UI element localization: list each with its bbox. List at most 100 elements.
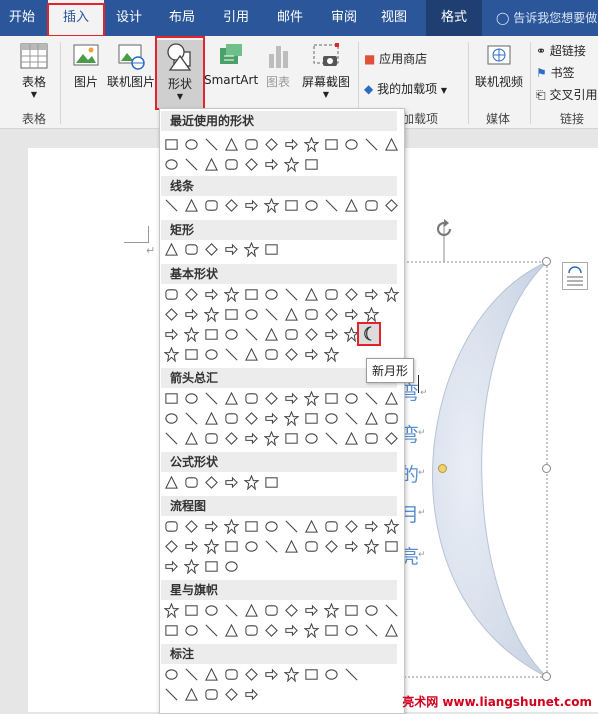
shape-thumbnail[interactable] — [284, 411, 299, 426]
shape-thumbnail[interactable] — [164, 475, 179, 490]
shape-thumbnail[interactable] — [284, 391, 299, 406]
shape-thumbnail[interactable] — [244, 137, 259, 152]
shape-thumbnail[interactable] — [164, 667, 179, 682]
shape-thumbnail[interactable] — [384, 623, 399, 638]
resize-handle[interactable] — [542, 464, 551, 473]
shape-thumbnail[interactable] — [244, 623, 259, 638]
shape-thumbnail[interactable] — [164, 198, 179, 213]
shape-thumbnail[interactable] — [184, 411, 199, 426]
shape-thumbnail[interactable] — [244, 307, 259, 322]
shape-thumbnail[interactable] — [224, 242, 239, 257]
shape-thumbnail[interactable] — [364, 411, 379, 426]
shape-thumbnail[interactable] — [304, 347, 319, 362]
shape-thumbnail[interactable] — [204, 347, 219, 362]
shape-thumbnail[interactable] — [164, 242, 179, 257]
shape-thumbnail[interactable] — [304, 157, 319, 172]
shape-thumbnail[interactable] — [264, 327, 279, 342]
shape-thumbnail[interactable] — [184, 198, 199, 213]
shape-thumbnail[interactable] — [204, 242, 219, 257]
shape-thumbnail[interactable] — [204, 157, 219, 172]
my-addins-button[interactable]: ◆ 我的加载项 ▼ — [364, 80, 447, 97]
tab-references[interactable]: 引用 — [214, 0, 258, 36]
shape-thumbnail[interactable] — [344, 667, 359, 682]
shape-thumbnail[interactable] — [324, 198, 339, 213]
shape-thumbnail[interactable] — [164, 411, 179, 426]
shape-thumbnail[interactable] — [304, 411, 319, 426]
shape-thumbnail[interactable] — [184, 559, 199, 574]
shape-thumbnail[interactable] — [264, 242, 279, 257]
shape-thumbnail[interactable] — [224, 198, 239, 213]
shape-thumbnail[interactable] — [264, 539, 279, 554]
shape-thumbnail[interactable] — [264, 391, 279, 406]
shape-thumbnail[interactable] — [184, 307, 199, 322]
shape-thumbnail[interactable] — [304, 667, 319, 682]
shape-thumbnail[interactable] — [284, 431, 299, 446]
shape-thumbnail[interactable] — [324, 307, 339, 322]
shape-thumbnail[interactable] — [344, 603, 359, 618]
shape-thumbnail[interactable] — [164, 307, 179, 322]
crescent-moon-shape[interactable] — [395, 210, 565, 690]
shape-thumbnail[interactable] — [264, 137, 279, 152]
smartart-button[interactable]: SmartArt — [204, 42, 258, 87]
shape-thumbnail[interactable] — [324, 519, 339, 534]
shape-thumbnail[interactable] — [244, 347, 259, 362]
tab-format[interactable]: 格式 — [426, 0, 482, 36]
shape-thumbnail[interactable] — [184, 327, 199, 342]
shape-thumbnail[interactable] — [244, 287, 259, 302]
shape-thumbnail[interactable] — [264, 623, 279, 638]
shape-thumbnail[interactable] — [224, 327, 239, 342]
shape-thumbnail[interactable] — [304, 519, 319, 534]
shape-thumbnail[interactable] — [384, 411, 399, 426]
shape-thumbnail[interactable] — [184, 475, 199, 490]
shape-thumbnail[interactable] — [244, 198, 259, 213]
shape-thumbnail[interactable] — [264, 475, 279, 490]
shape-thumbnail[interactable] — [204, 667, 219, 682]
shape-thumbnail[interactable] — [384, 539, 399, 554]
shape-thumbnail[interactable] — [204, 391, 219, 406]
shape-thumbnail[interactable] — [224, 519, 239, 534]
shape-thumbnail[interactable] — [244, 519, 259, 534]
shape-thumbnail[interactable] — [224, 539, 239, 554]
shape-thumbnail[interactable] — [244, 667, 259, 682]
shape-thumbnail[interactable] — [364, 603, 379, 618]
shape-thumbnail[interactable] — [344, 411, 359, 426]
shape-thumbnail[interactable] — [264, 603, 279, 618]
shape-thumbnail[interactable] — [384, 137, 399, 152]
shape-thumbnail[interactable] — [244, 411, 259, 426]
shape-thumbnail[interactable] — [344, 431, 359, 446]
shape-thumbnail[interactable] — [204, 623, 219, 638]
shape-thumbnail[interactable] — [264, 347, 279, 362]
shape-thumbnail[interactable] — [284, 519, 299, 534]
shape-thumbnail[interactable] — [324, 603, 339, 618]
shape-thumbnail[interactable] — [164, 519, 179, 534]
shape-thumbnail[interactable] — [284, 157, 299, 172]
shape-thumbnail[interactable] — [224, 347, 239, 362]
shape-thumbnail[interactable] — [304, 603, 319, 618]
shape-thumbnail[interactable] — [364, 539, 379, 554]
shape-thumbnail[interactable] — [324, 667, 339, 682]
shape-thumbnail[interactable] — [204, 475, 219, 490]
shape-thumbnail[interactable] — [204, 603, 219, 618]
resize-handle[interactable] — [542, 672, 551, 681]
shape-thumbnail[interactable] — [184, 431, 199, 446]
shape-thumbnail[interactable] — [164, 327, 179, 342]
shape-thumbnail[interactable] — [324, 539, 339, 554]
resize-handle[interactable] — [542, 257, 551, 266]
shape-thumbnail[interactable] — [264, 667, 279, 682]
shape-thumbnail[interactable] — [324, 623, 339, 638]
shape-thumbnail[interactable] — [384, 431, 399, 446]
shape-thumbnail[interactable] — [344, 137, 359, 152]
tab-home[interactable]: 开始 — [0, 0, 44, 36]
shape-thumbnail[interactable] — [224, 559, 239, 574]
shape-thumbnail[interactable] — [384, 603, 399, 618]
tab-view[interactable]: 视图 — [372, 0, 416, 36]
shape-thumbnail[interactable] — [364, 287, 379, 302]
shape-thumbnail[interactable] — [164, 431, 179, 446]
shape-thumbnail[interactable] — [224, 475, 239, 490]
shape-thumbnail[interactable] — [284, 667, 299, 682]
shape-thumbnail[interactable] — [244, 327, 259, 342]
shape-thumbnail[interactable] — [204, 559, 219, 574]
shape-thumbnail[interactable] — [284, 327, 299, 342]
shape-thumbnail[interactable] — [284, 347, 299, 362]
shape-thumbnail[interactable] — [304, 391, 319, 406]
